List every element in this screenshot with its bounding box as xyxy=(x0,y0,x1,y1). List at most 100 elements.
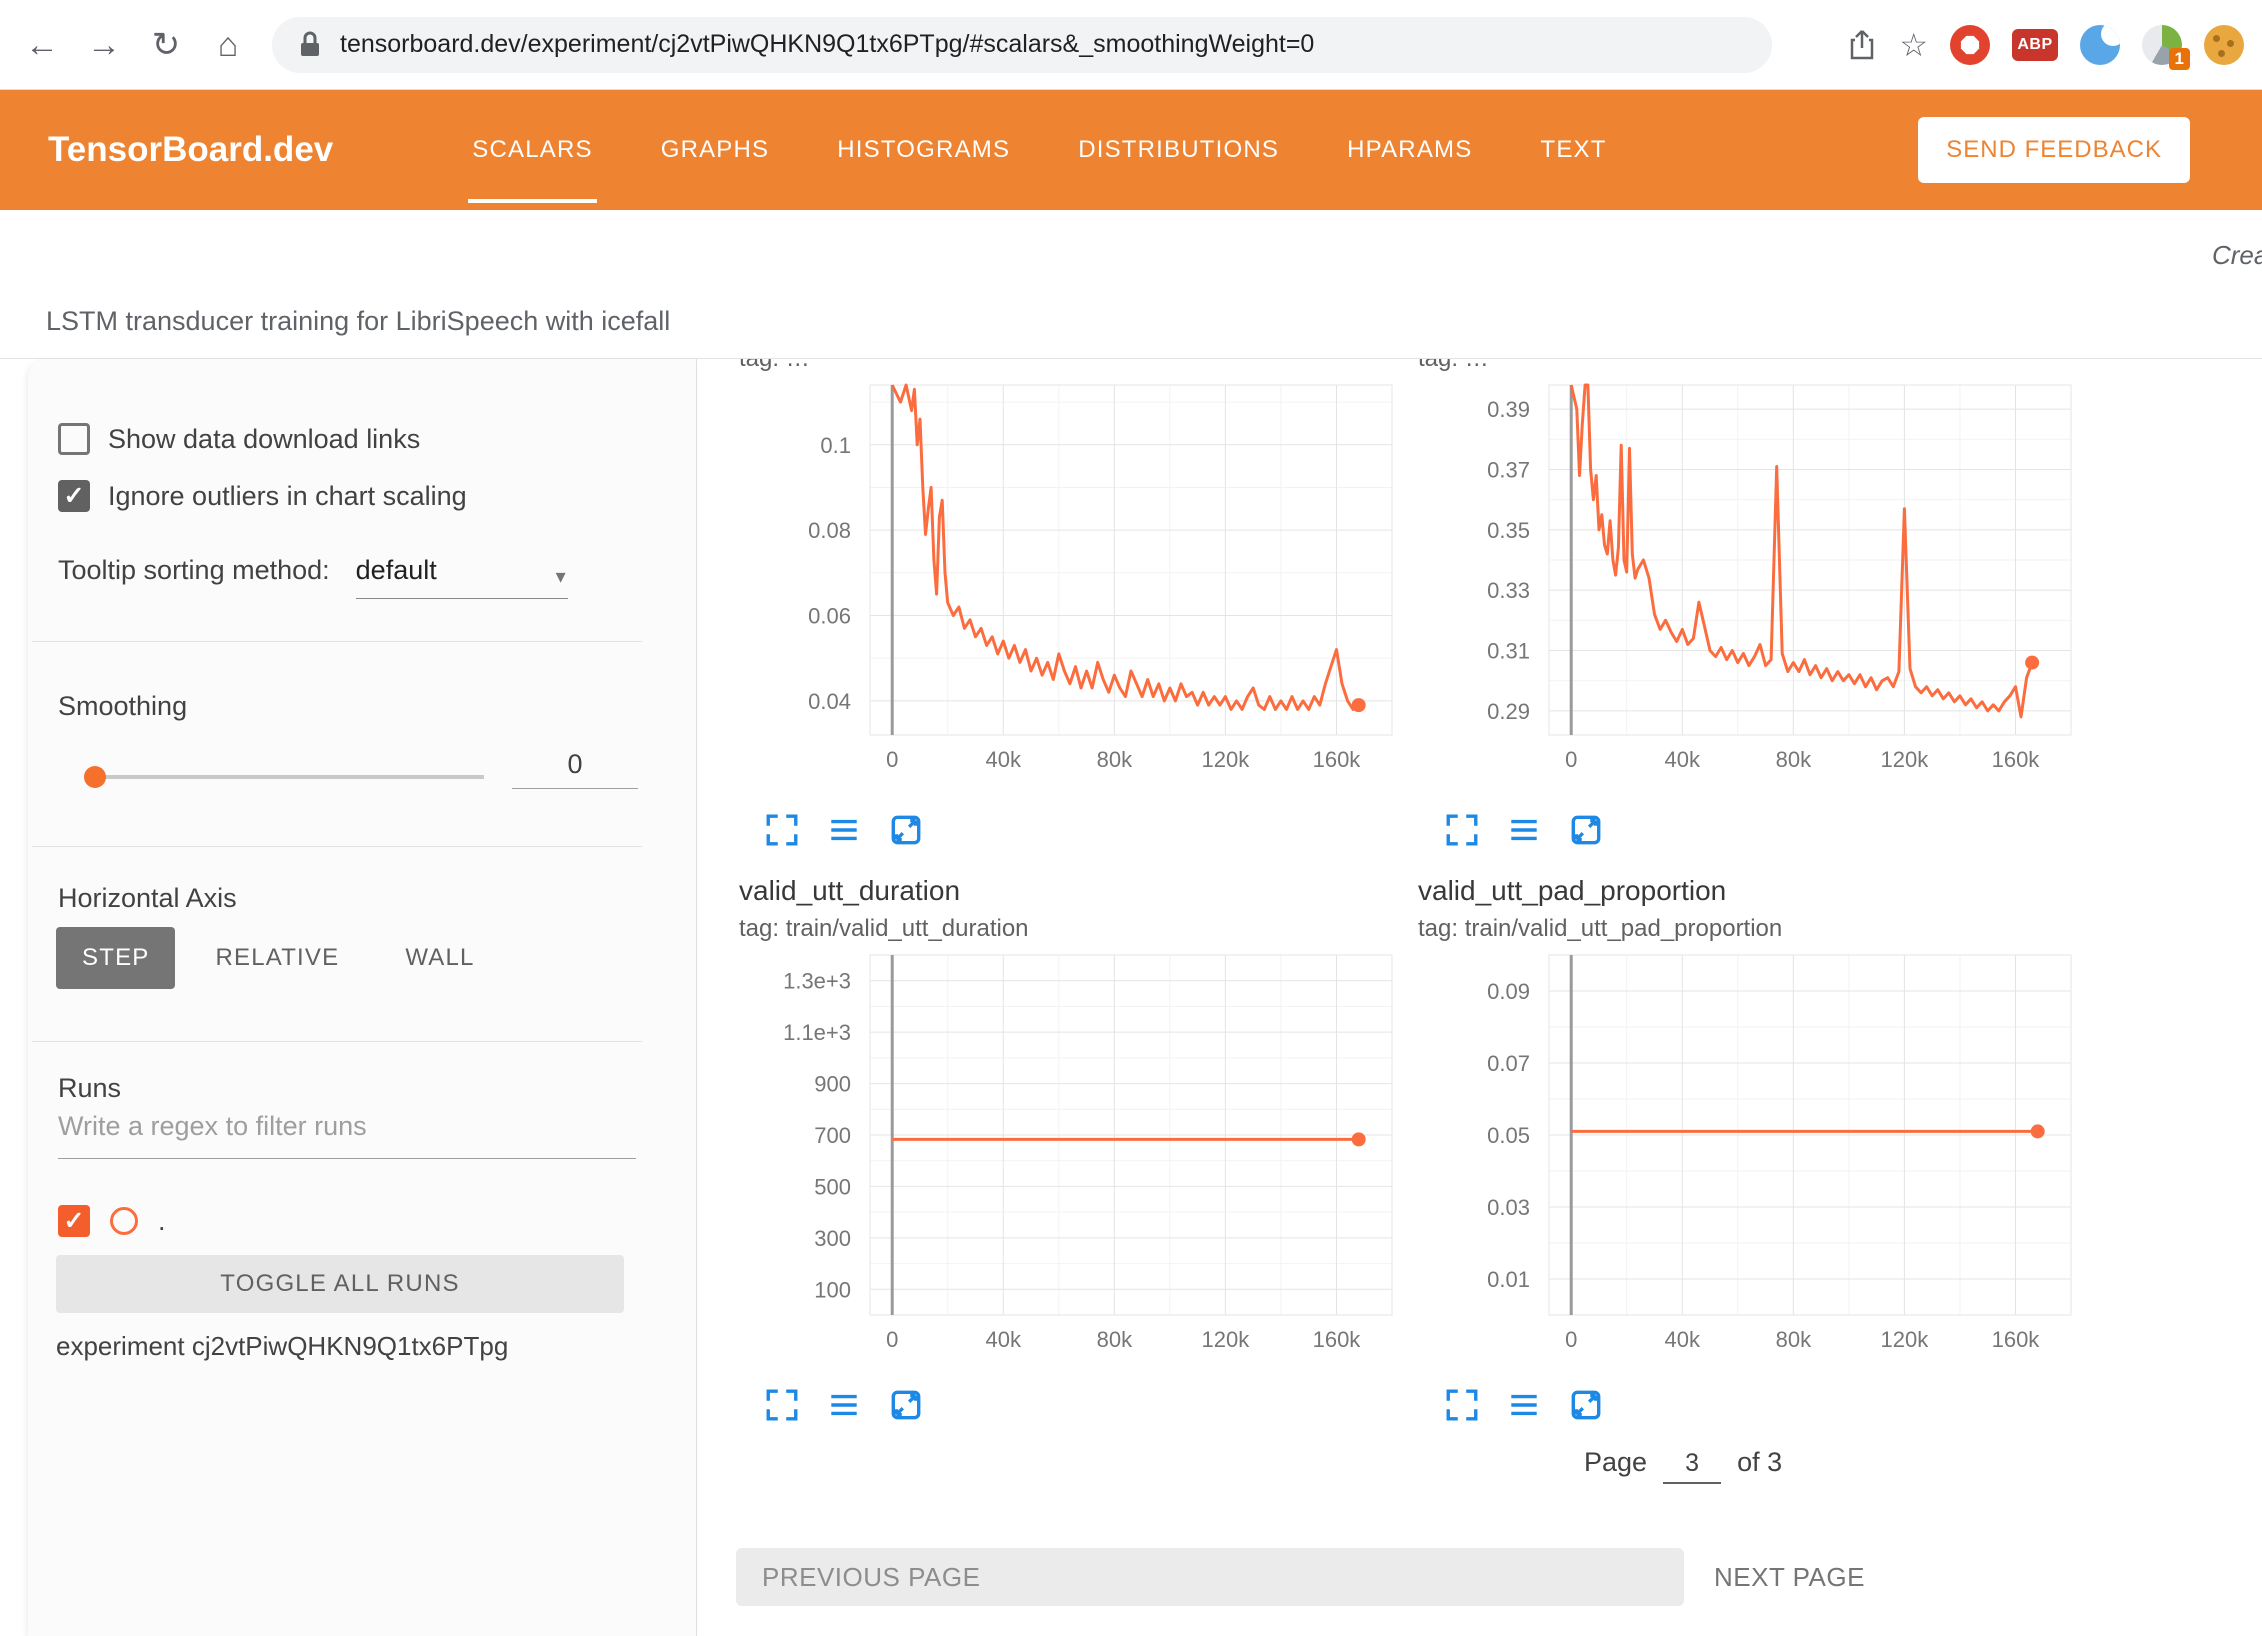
slider-thumb[interactable] xyxy=(84,766,106,788)
data-lines-button[interactable] xyxy=(826,1387,862,1426)
svg-text:0.05: 0.05 xyxy=(1487,1123,1530,1148)
expand-chart-button[interactable] xyxy=(1444,812,1480,851)
chart-valid-utt-duration-plot[interactable]: 1003005007009001.1e+31.3e+3040k80k120k16… xyxy=(735,951,1395,1362)
svg-text:160k: 160k xyxy=(1992,747,2041,772)
fullscreen-icon xyxy=(764,812,800,848)
divider xyxy=(32,846,642,847)
svg-text:0.39: 0.39 xyxy=(1487,397,1530,422)
tab-graphs[interactable]: GRAPHS xyxy=(657,90,774,210)
smoothing-value-input[interactable] xyxy=(512,749,638,789)
fit-to-frame-icon xyxy=(1568,812,1604,848)
tooltip-sorting-label: Tooltip sorting method: xyxy=(58,555,330,586)
experiment-header: Crea LSTM transducer training for LibriS… xyxy=(0,210,2262,358)
run-checkbox[interactable] xyxy=(58,1205,90,1237)
main-nav: SCALARS GRAPHS HISTOGRAMS DISTRIBUTIONS … xyxy=(438,90,1640,210)
chart-title: valid_utt_duration xyxy=(739,875,960,907)
next-page-button[interactable]: NEXT PAGE xyxy=(1714,1548,1865,1606)
expand-chart-button[interactable] xyxy=(764,812,800,851)
divider xyxy=(32,1041,642,1042)
brand-logo[interactable]: TensorBoard.dev xyxy=(48,130,333,170)
svg-text:120k: 120k xyxy=(1881,1327,1930,1352)
show-download-checkbox[interactable] xyxy=(58,423,90,455)
fit-to-frame-icon xyxy=(1568,1387,1604,1423)
browser-window: ← → ↻ ⌂ tensorboard.dev/experiment/cj2vt… xyxy=(0,0,2262,1636)
axis-relative-button[interactable]: RELATIVE xyxy=(189,927,365,989)
app-header: TensorBoard.dev SCALARS GRAPHS HISTOGRAM… xyxy=(0,90,2262,210)
runs-filter-input[interactable] xyxy=(58,1111,636,1159)
home-button[interactable]: ⌂ xyxy=(206,23,250,67)
toggle-all-runs-button[interactable]: TOGGLE ALL RUNS xyxy=(56,1255,624,1313)
stop-octagon-icon xyxy=(1960,35,1980,55)
url-text: tensorboard.dev/experiment/cj2vtPiwQHKN9… xyxy=(340,30,1314,59)
reload-button[interactable]: ↻ xyxy=(144,23,188,67)
expand-chart-button[interactable] xyxy=(764,1387,800,1426)
page-number-input[interactable] xyxy=(1663,1449,1721,1484)
share-icon[interactable] xyxy=(1847,27,1877,63)
svg-text:0.33: 0.33 xyxy=(1487,578,1530,603)
smoothing-label: Smoothing xyxy=(58,691,187,722)
run-row: . xyxy=(58,1205,166,1237)
lock-icon xyxy=(298,30,322,60)
page-of-label: of 3 xyxy=(1737,1447,1782,1478)
svg-text:120k: 120k xyxy=(1202,1327,1251,1352)
profile-extension-icon[interactable]: 1 xyxy=(2142,25,2182,65)
show-download-row: Show data download links xyxy=(58,423,420,455)
axis-wall-button[interactable]: WALL xyxy=(379,927,500,989)
back-button[interactable]: ← xyxy=(20,23,64,67)
fit-domain-button[interactable] xyxy=(1568,1387,1604,1426)
fit-domain-button[interactable] xyxy=(888,1387,924,1426)
run-name: . xyxy=(158,1206,166,1237)
data-lines-button[interactable] xyxy=(1506,1387,1542,1426)
chart-toolbar xyxy=(764,812,950,851)
bookmark-star-icon[interactable]: ☆ xyxy=(1899,26,1928,64)
slider-track xyxy=(88,775,484,779)
previous-page-button[interactable]: PREVIOUS PAGE xyxy=(736,1548,1684,1606)
tab-histograms[interactable]: HISTOGRAMS xyxy=(833,90,1014,210)
chart-top-right-plot[interactable]: 0.290.310.330.350.370.39040k80k120k160k xyxy=(1414,381,2074,782)
abp-extension-icon[interactable]: ABP xyxy=(2012,29,2058,61)
smoothing-slider[interactable] xyxy=(88,763,484,791)
send-feedback-button[interactable]: SEND FEEDBACK xyxy=(1918,117,2190,183)
horizontal-axis-options: STEP RELATIVE WALL xyxy=(56,927,515,989)
tab-text[interactable]: TEXT xyxy=(1536,90,1610,210)
blue-extension-icon[interactable] xyxy=(2080,25,2120,65)
cookie-extension-icon[interactable] xyxy=(2204,25,2244,65)
tooltip-sorting-dropdown[interactable]: default ▾ xyxy=(356,555,568,599)
horizontal-lines-icon xyxy=(1506,1387,1542,1423)
data-lines-button[interactable] xyxy=(826,812,862,851)
forward-button[interactable]: → xyxy=(82,23,126,67)
chart-valid-utt-pad-proportion-plot[interactable]: 0.010.030.050.070.09040k80k120k160k xyxy=(1414,951,2074,1362)
expand-chart-button[interactable] xyxy=(1444,1387,1480,1426)
svg-text:40k: 40k xyxy=(1665,747,1701,772)
horizontal-lines-icon xyxy=(1506,812,1542,848)
fit-domain-button[interactable] xyxy=(1568,812,1604,851)
svg-text:0.35: 0.35 xyxy=(1487,518,1530,543)
fullscreen-icon xyxy=(764,1387,800,1423)
browser-chrome: ← → ↻ ⌂ tensorboard.dev/experiment/cj2vt… xyxy=(0,0,2262,90)
svg-text:120k: 120k xyxy=(1202,747,1251,772)
horizontal-lines-icon xyxy=(826,812,862,848)
clipped-chart-tag: tag: … xyxy=(739,359,810,374)
svg-text:900: 900 xyxy=(814,1072,851,1097)
tab-hparams[interactable]: HPARAMS xyxy=(1343,90,1476,210)
chart-top-left-plot[interactable]: 0.040.060.080.1040k80k120k160k xyxy=(735,381,1395,782)
svg-text:0.29: 0.29 xyxy=(1487,699,1530,724)
svg-text:0.01: 0.01 xyxy=(1487,1267,1530,1292)
ignore-outliers-checkbox[interactable] xyxy=(58,480,90,512)
axis-step-button[interactable]: STEP xyxy=(56,927,175,989)
fit-domain-button[interactable] xyxy=(888,812,924,851)
svg-text:120k: 120k xyxy=(1881,747,1930,772)
nav-controls: ← → ↻ ⌂ xyxy=(20,23,250,67)
tab-distributions[interactable]: DISTRIBUTIONS xyxy=(1074,90,1283,210)
data-lines-button[interactable] xyxy=(1506,812,1542,851)
run-color-swatch[interactable] xyxy=(110,1207,138,1235)
svg-text:700: 700 xyxy=(814,1123,851,1148)
pagination: Page of 3 xyxy=(1584,1447,1782,1484)
clipped-chart-tag: tag: … xyxy=(1418,359,1489,374)
ignore-outliers-label: Ignore outliers in chart scaling xyxy=(108,481,467,512)
svg-text:1.1e+3: 1.1e+3 xyxy=(783,1020,851,1045)
chart-tag: tag: train/valid_utt_duration xyxy=(739,915,1029,943)
address-bar[interactable]: tensorboard.dev/experiment/cj2vtPiwQHKN9… xyxy=(272,17,1772,73)
adblock-extension-icon[interactable] xyxy=(1950,25,1990,65)
tab-scalars[interactable]: SCALARS xyxy=(468,90,596,210)
